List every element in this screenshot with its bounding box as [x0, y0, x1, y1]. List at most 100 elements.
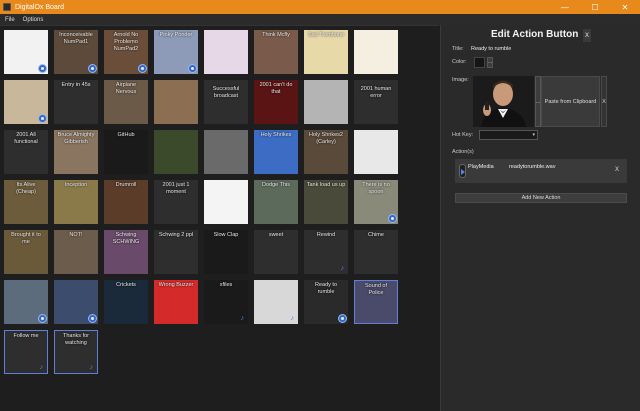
settings-icon[interactable]	[188, 64, 197, 73]
button-board: Inconceivable NumPad1 Arnold No Problemo …	[0, 25, 439, 411]
minimize-button[interactable]: —	[550, 0, 580, 14]
action-tile[interactable]: Chime	[354, 230, 398, 274]
tile-label: Slow Clap	[213, 232, 239, 238]
action-tile[interactable]: Think Mcfly	[254, 30, 298, 74]
action-tile[interactable]: Entry in 45s	[54, 80, 98, 124]
action-tile[interactable]: Tank load us up	[304, 180, 348, 224]
color-picker-button[interactable]: ...	[487, 57, 493, 68]
menu-file[interactable]: File	[5, 17, 15, 23]
action-tile[interactable]: 2001 can't do that	[254, 80, 298, 124]
action-tile[interactable]: Rewind ♪	[304, 230, 348, 274]
tile-label: NOT!	[69, 232, 83, 238]
tile-label: 2001 All functional	[14, 132, 38, 145]
action-tile[interactable]: 2001 human error	[354, 80, 398, 124]
action-tile[interactable]: Sad Trombone	[304, 30, 348, 74]
action-tile[interactable]: 2001 just 1 moment	[154, 180, 198, 224]
tile-label: Sound of Police	[364, 283, 388, 296]
paste-clipboard-button[interactable]: Paste from Clipboard	[541, 76, 600, 127]
action-type: PlayMedia	[468, 164, 494, 170]
settings-icon[interactable]	[88, 64, 97, 73]
tile-label: Thanks for watching	[63, 333, 89, 346]
action-remove-button[interactable]: X	[615, 167, 619, 173]
settings-icon[interactable]	[38, 314, 47, 323]
image-preview	[473, 76, 534, 127]
close-button[interactable]: ✕	[610, 0, 640, 14]
settings-icon[interactable]	[138, 64, 147, 73]
action-tile[interactable]: Successful broadcast	[204, 80, 248, 124]
actions-label: Action(s)	[452, 149, 474, 155]
settings-icon[interactable]	[88, 314, 97, 323]
action-tile[interactable]: NOT!	[54, 230, 98, 274]
action-tile[interactable]: Thanks for watching ♪	[54, 330, 98, 374]
settings-icon[interactable]	[388, 214, 397, 223]
action-tile[interactable]	[354, 130, 398, 174]
action-tile[interactable]: xfiles ♪	[204, 280, 248, 324]
action-tile[interactable]: Bruce Almighty Gibberish	[54, 130, 98, 174]
action-tile[interactable]	[4, 80, 48, 124]
action-tile[interactable]: 2001 All functional	[4, 130, 48, 174]
action-tile[interactable]: Its Alive (Cheap)	[4, 180, 48, 224]
action-tile[interactable]: Airplane Nervous	[104, 80, 148, 124]
action-tile[interactable]: ♪	[254, 280, 298, 324]
action-tile[interactable]: Pinky Ponder	[154, 30, 198, 74]
action-tile[interactable]: Dodge This	[254, 180, 298, 224]
tile-label: Arnold No Problemo NumPad2	[113, 32, 139, 52]
action-tile[interactable]: Drumroll	[104, 180, 148, 224]
action-tile[interactable]: Schwing 2 ppl	[154, 230, 198, 274]
panel-close-button[interactable]: X	[583, 29, 591, 42]
action-tile[interactable]	[304, 80, 348, 124]
settings-icon[interactable]	[338, 314, 347, 323]
title-label: Title:	[452, 46, 464, 52]
action-tile[interactable]: Arnold No Problemo NumPad2	[104, 30, 148, 74]
tile-label: Pinky Ponder	[159, 32, 193, 38]
tile-label: Inception	[64, 182, 88, 188]
action-tile[interactable]	[154, 80, 198, 124]
action-row[interactable]: PlayMedia readytorumble.wav X	[455, 159, 627, 183]
action-tile[interactable]	[204, 130, 248, 174]
color-label: Color:	[452, 59, 467, 65]
color-swatch[interactable]	[474, 57, 485, 68]
sound-icon: ♪	[340, 265, 345, 272]
add-action-button[interactable]: Add New Action	[455, 193, 627, 203]
action-tile[interactable]: There is no spoon	[354, 180, 398, 224]
action-tile[interactable]: Holy Shrikes2 (Carley)	[304, 130, 348, 174]
sound-icon: ♪	[39, 364, 44, 371]
action-tile[interactable]: Inception	[54, 180, 98, 224]
action-tile[interactable]: Ready to rumble	[304, 280, 348, 324]
action-tile[interactable]: Wrong Buzzer	[154, 280, 198, 324]
action-tile[interactable]: Brought it to me	[4, 230, 48, 274]
action-tile[interactable]: Slow Clap	[204, 230, 248, 274]
action-tile[interactable]: Inconceivable NumPad1	[54, 30, 98, 74]
action-tile[interactable]	[4, 280, 48, 324]
action-tile[interactable]: Schwing SCHWING	[104, 230, 148, 274]
action-tile[interactable]: Follow me ♪	[4, 330, 48, 374]
action-tile[interactable]: sweet	[254, 230, 298, 274]
action-tile[interactable]	[4, 30, 48, 74]
action-tile[interactable]	[204, 30, 248, 74]
action-tile[interactable]: Sound of Police	[354, 280, 398, 324]
tile-label: Airplane Nervous	[115, 82, 137, 95]
tile-label: Successful broadcast	[212, 86, 240, 99]
tile-label: Holy Shrikes	[260, 132, 292, 138]
action-tile[interactable]: Holy Shrikes	[254, 130, 298, 174]
sound-icon: ♪	[290, 315, 295, 322]
action-tile[interactable]	[54, 280, 98, 324]
tile-label: Brought it to me	[11, 232, 41, 245]
window-title: DigitalOx Board	[15, 3, 65, 11]
settings-icon[interactable]	[38, 114, 47, 123]
action-tile[interactable]: Crickets	[104, 280, 148, 324]
panel-title: Edit Action Button	[491, 29, 579, 40]
tile-label: 2001 just 1 moment	[162, 182, 190, 195]
settings-icon[interactable]	[38, 64, 47, 73]
menu-options[interactable]: Options	[23, 17, 44, 23]
action-tile[interactable]	[154, 130, 198, 174]
title-field[interactable]: Ready to rumble	[471, 46, 511, 52]
maximize-button[interactable]: ☐	[580, 0, 610, 14]
action-tile[interactable]	[354, 30, 398, 74]
action-file: readytorumble.wav	[509, 164, 556, 170]
action-tile[interactable]: GitHub	[104, 130, 148, 174]
image-clear-button[interactable]: X	[601, 76, 607, 127]
hotkey-select[interactable]: ▾	[479, 130, 538, 140]
action-tile[interactable]	[204, 180, 248, 224]
play-media-icon[interactable]	[459, 164, 466, 178]
